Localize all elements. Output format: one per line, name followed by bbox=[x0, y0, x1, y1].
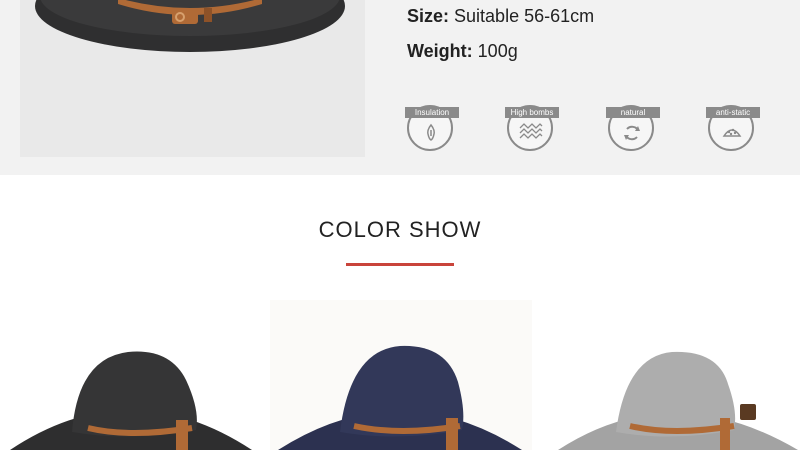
product-spec-panel: Size: Suitable 56-61cm Weight: 100g Insu… bbox=[0, 0, 800, 175]
feature-badge-natural: natural bbox=[606, 101, 660, 153]
size-label: Size: bbox=[407, 6, 450, 26]
feature-badge-anti-static: anti-static bbox=[706, 101, 760, 153]
weight-spec: Weight: 100g bbox=[407, 41, 518, 62]
feature-label: anti-static bbox=[706, 107, 760, 118]
insulation-icon bbox=[427, 123, 435, 141]
title-underline bbox=[346, 263, 454, 266]
feature-badge-high-bombs: High bombs bbox=[505, 101, 559, 153]
black-hat-image bbox=[10, 351, 252, 450]
feature-badge-insulation: Insulation bbox=[405, 101, 459, 153]
size-value: Suitable 56-61cm bbox=[454, 6, 595, 26]
size-spec: Size: Suitable 56-61cm bbox=[407, 6, 594, 27]
feature-label: High bombs bbox=[505, 107, 559, 118]
color-option-navy[interactable] bbox=[270, 300, 532, 450]
weight-label: Weight: bbox=[407, 41, 473, 61]
navy-hat-image bbox=[278, 345, 522, 450]
high-bombs-icon bbox=[519, 123, 543, 139]
color-option-grey[interactable] bbox=[542, 300, 800, 450]
section-title: COLOR SHOW bbox=[318, 217, 482, 242]
product-hero-image bbox=[20, 0, 365, 157]
color-option-black[interactable] bbox=[0, 300, 265, 450]
natural-icon bbox=[624, 125, 640, 141]
feature-label: Insulation bbox=[405, 107, 459, 118]
anti-static-icon bbox=[722, 128, 742, 137]
weight-value: 100g bbox=[477, 41, 518, 61]
feature-label: natural bbox=[606, 107, 660, 118]
grey-hat-image bbox=[558, 351, 798, 450]
black-fedora-hat-image bbox=[35, 0, 345, 52]
